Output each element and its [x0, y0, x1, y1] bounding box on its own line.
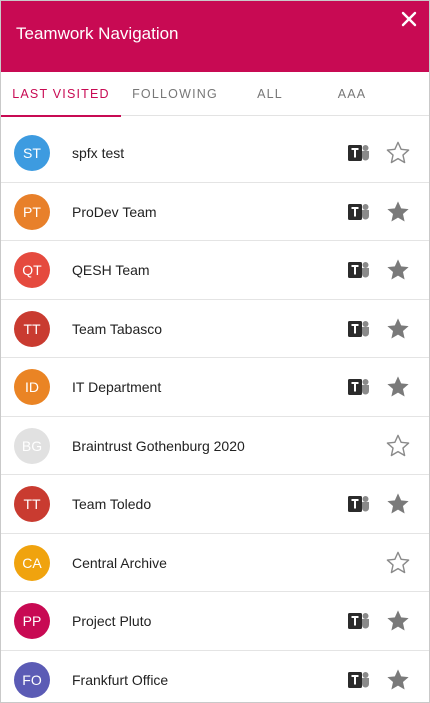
tab-following[interactable]: FOLLOWING — [121, 72, 229, 116]
teams-icon[interactable] — [347, 202, 371, 222]
site-name: Central Archive — [72, 554, 167, 571]
list-item[interactable]: ID IT Department — [1, 358, 429, 417]
avatar: FO — [14, 661, 50, 698]
site-name: Braintrust Gothenburg 2020 — [72, 437, 245, 454]
star-filled-icon[interactable] — [385, 374, 411, 400]
teams-icon[interactable] — [347, 377, 371, 397]
star-filled-icon[interactable] — [385, 608, 411, 634]
panel-header: Teamwork Navigation — [1, 1, 429, 72]
site-list: ST spfx test PT ProDev Team QT QESH Team TT Tea… — [1, 124, 429, 703]
avatar: ID — [14, 369, 50, 405]
teams-icon[interactable] — [347, 494, 371, 514]
list-item[interactable]: PP Project Pluto — [1, 592, 429, 651]
teams-icon[interactable] — [347, 670, 371, 690]
star-outline-icon[interactable] — [385, 140, 411, 166]
tab-last-visited[interactable]: LAST VISITED — [1, 72, 121, 117]
avatar: BG — [14, 427, 50, 464]
site-name: Team Toledo — [72, 496, 152, 512]
tab-bar: LAST VISITED FOLLOWING ALL AAA — [1, 72, 429, 117]
list-item[interactable]: ST spfx test — [1, 124, 429, 183]
list-item[interactable]: QT QESH Team — [1, 241, 429, 300]
star-filled-icon[interactable] — [385, 491, 411, 517]
avatar: TT — [14, 486, 50, 522]
teams-icon[interactable] — [347, 319, 371, 339]
close-icon — [401, 11, 417, 27]
star-outline-icon[interactable] — [385, 433, 411, 459]
teams-icon[interactable] — [347, 260, 371, 280]
list-item[interactable]: FO Frankfurt Office — [1, 651, 429, 703]
list-item[interactable]: TT Team Tabasco — [1, 300, 429, 358]
star-filled-icon[interactable] — [385, 667, 411, 693]
teamwork-navigation-panel: Teamwork Navigation LAST VISITED FOLLOWI… — [0, 0, 430, 703]
avatar: PT — [14, 193, 50, 230]
avatar: CA — [14, 544, 50, 581]
close-button[interactable] — [397, 7, 421, 31]
avatar: PP — [14, 603, 50, 639]
list-item[interactable]: TT Team Toledo — [1, 475, 429, 534]
teams-icon[interactable] — [347, 143, 371, 163]
avatar: TT — [14, 310, 50, 347]
site-name: spfx test — [72, 145, 125, 161]
panel-title: Teamwork Navigation — [16, 24, 179, 43]
teams-icon[interactable] — [347, 611, 371, 631]
star-filled-icon[interactable] — [385, 257, 411, 283]
avatar: ST — [14, 135, 50, 171]
star-outline-icon[interactable] — [385, 550, 411, 576]
list-item[interactable]: BG Braintrust Gothenburg 2020 — [1, 417, 429, 475]
avatar: QT — [14, 252, 50, 288]
site-name: Frankfurt Office — [72, 671, 169, 688]
site-name: Team Tabasco — [72, 320, 163, 337]
site-name: ProDev Team — [72, 203, 157, 220]
list-item[interactable]: PT ProDev Team — [1, 183, 429, 241]
star-filled-icon[interactable] — [385, 316, 411, 342]
tab-aaa[interactable]: AAA — [311, 72, 393, 116]
star-filled-icon[interactable] — [385, 199, 411, 225]
site-name: Project Pluto — [72, 613, 152, 629]
site-name: IT Department — [72, 379, 162, 395]
tab-all[interactable]: ALL — [229, 72, 311, 116]
site-name: QESH Team — [72, 262, 150, 278]
list-item[interactable]: CA Central Archive — [1, 534, 429, 592]
